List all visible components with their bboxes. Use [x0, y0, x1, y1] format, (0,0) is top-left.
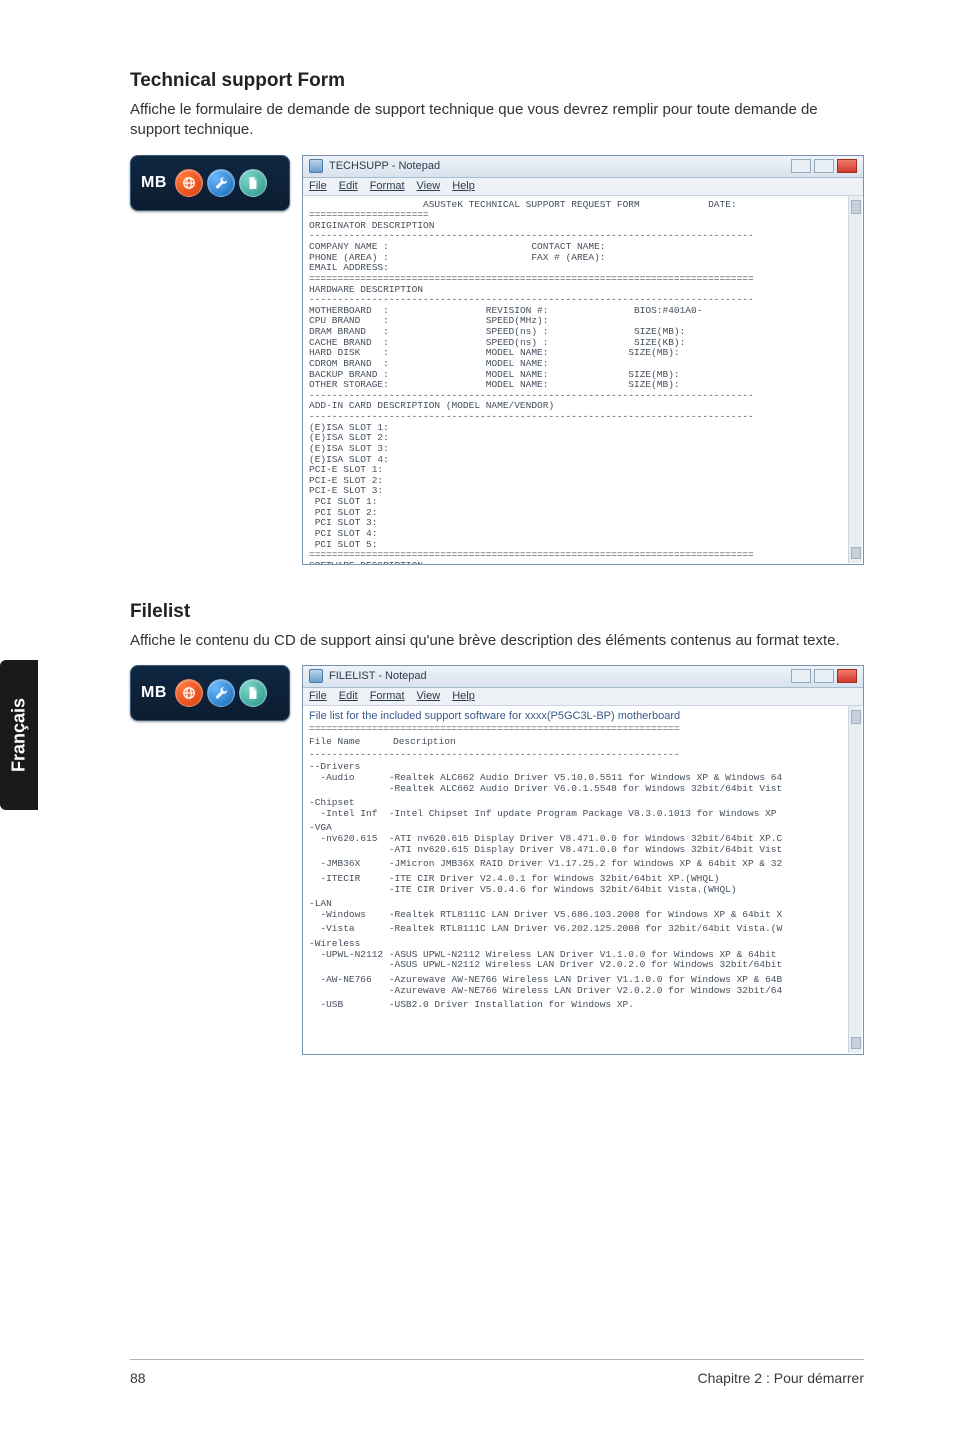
notepad-body[interactable]: File list for the included support softw…: [303, 706, 863, 1054]
page-number: 88: [130, 1370, 146, 1386]
globe-icon: [175, 679, 203, 707]
filelist-row: -Vista -Realtek RTL8111C LAN Driver V6.2…: [309, 924, 857, 935]
menu-edit[interactable]: Edit: [339, 690, 358, 703]
menu-help[interactable]: Help: [452, 690, 475, 703]
chapter-label: Chapitre 2 : Pour démarrer: [697, 1370, 864, 1386]
filelist-row: -JMB36X -JMicron JMB36X RAID Driver V1.1…: [309, 859, 857, 870]
menu-file[interactable]: File: [309, 690, 327, 703]
filelist-row: -ITE CIR Driver V5.0.4.6 for Windows 32b…: [309, 885, 857, 896]
close-button[interactable]: [837, 159, 857, 173]
scrollbar-thumb[interactable]: [851, 710, 861, 724]
titlebar[interactable]: TECHSUPP - Notepad: [303, 156, 863, 178]
minimize-button[interactable]: [791, 159, 811, 173]
filelist-row: -ATI nv620.615 Display Driver V8.471.0.0…: [309, 845, 857, 856]
filelist-row: -Azurewave AW-NE766 Wireless LAN Driver …: [309, 986, 857, 997]
scrollbar-down-button[interactable]: [851, 547, 861, 559]
menu-edit[interactable]: Edit: [339, 180, 358, 193]
window-title: TECHSUPP - Notepad: [329, 160, 440, 173]
wrench-icon: [207, 679, 235, 707]
maximize-button[interactable]: [814, 669, 834, 683]
filelist-notepad-window: FILELIST - Notepad File Edit Format View…: [302, 665, 864, 1055]
minimize-button[interactable]: [791, 669, 811, 683]
badge-text: MB: [141, 174, 167, 192]
menubar[interactable]: File Edit Format View Help: [303, 178, 863, 196]
menu-format[interactable]: Format: [370, 690, 405, 703]
globe-icon: [175, 169, 203, 197]
techsupp-notepad-window: TECHSUPP - Notepad File Edit Format View…: [302, 155, 864, 565]
menu-help[interactable]: Help: [452, 180, 475, 193]
section1-title: Technical support Form: [130, 70, 864, 92]
menu-view[interactable]: View: [417, 690, 441, 703]
filelist-row: -ASUS UPWL-N2112 Wireless LAN Driver V2.…: [309, 960, 857, 971]
menubar[interactable]: File Edit Format View Help: [303, 688, 863, 706]
filelist-row: -Realtek ALC662 Audio Driver V6.0.1.5548…: [309, 784, 857, 795]
col-description: Description: [393, 737, 456, 748]
scrollbar-thumb[interactable]: [851, 200, 861, 214]
badge-text: MB: [141, 684, 167, 702]
document-icon: [239, 679, 267, 707]
menu-format[interactable]: Format: [370, 180, 405, 193]
window-title: FILELIST - Notepad: [329, 670, 427, 683]
filelist-row: -USB -USB2.0 Driver Installation for Win…: [309, 1000, 857, 1011]
scrollbar[interactable]: [848, 196, 862, 563]
scrollbar-down-button[interactable]: [851, 1037, 861, 1049]
maximize-button[interactable]: [814, 159, 834, 173]
scrollbar[interactable]: [848, 706, 862, 1053]
motherboard-badge: MB: [130, 155, 290, 211]
close-button[interactable]: [837, 669, 857, 683]
filelist-row: -Audio -Realtek ALC662 Audio Driver V5.1…: [309, 773, 857, 784]
motherboard-badge: MB: [130, 665, 290, 721]
filelist-row: -Intel Inf -Intel Chipset Inf update Pro…: [309, 809, 857, 820]
section2-title: Filelist: [130, 601, 864, 623]
col-filename: File Name: [309, 737, 393, 748]
notepad-icon: [309, 159, 323, 173]
notepad-icon: [309, 669, 323, 683]
footer-divider: [130, 1359, 864, 1360]
filelist-row: -Windows -Realtek RTL8111C LAN Driver V5…: [309, 910, 857, 921]
menu-file[interactable]: File: [309, 180, 327, 193]
intro-line: File list for the included support softw…: [309, 710, 857, 723]
document-icon: [239, 169, 267, 197]
wrench-icon: [207, 169, 235, 197]
notepad-body[interactable]: ASUSTeK TECHNICAL SUPPORT REQUEST FORM D…: [303, 196, 863, 564]
section2-desc: Affiche le contenu du CD de support ains…: [130, 631, 864, 651]
titlebar[interactable]: FILELIST - Notepad: [303, 666, 863, 688]
menu-view[interactable]: View: [417, 180, 441, 193]
filelist-row: -AW-NE766 -Azurewave AW-NE766 Wireless L…: [309, 975, 857, 986]
filelist-row: -ITECIR -ITE CIR Driver V2.4.0.1 for Win…: [309, 874, 857, 885]
section1-desc: Affiche le formulaire de demande de supp…: [130, 100, 864, 141]
